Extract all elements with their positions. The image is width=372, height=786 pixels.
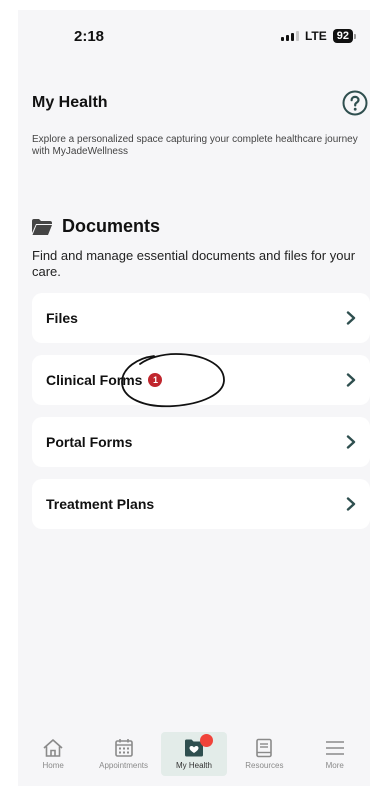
item-label: Clinical Forms: [46, 372, 143, 388]
notification-dot: [199, 734, 213, 747]
chevron-right-icon: [346, 497, 356, 511]
chevron-right-icon: [346, 311, 356, 325]
home-icon: [43, 739, 63, 757]
tab-appointments[interactable]: Appointments: [91, 732, 157, 776]
page-title: My Health: [32, 94, 108, 111]
item-label: Treatment Plans: [46, 496, 155, 512]
tab-label: Resources: [245, 761, 284, 770]
status-indicators: LTE 92: [280, 29, 356, 43]
app-screen: 2:18 LTE 92 My Health Explore a personal…: [18, 10, 370, 786]
signal-icon: [280, 31, 299, 41]
network-label: LTE: [304, 29, 327, 43]
tab-resources[interactable]: Resources: [231, 732, 297, 776]
portal-forms-item[interactable]: Portal Forms: [32, 417, 370, 467]
bottom-tab-bar: Home Appointments My Health Resources Mo…: [18, 732, 370, 786]
notification-badge: 1: [148, 373, 163, 387]
menu-icon: [325, 741, 344, 755]
tab-home[interactable]: Home: [20, 732, 86, 776]
clinical-forms-item[interactable]: Clinical Forms 1: [32, 355, 370, 405]
tab-my-health[interactable]: My Health: [160, 732, 227, 776]
intro-text: Explore a personalized space capturing y…: [32, 134, 358, 157]
tab-label: Home: [42, 761, 64, 770]
battery-level: 92: [332, 29, 353, 43]
chevron-right-icon: [346, 373, 356, 387]
calendar-icon: [114, 739, 133, 757]
item-label: Files: [46, 310, 78, 326]
help-icon[interactable]: [342, 90, 368, 116]
book-icon: [256, 738, 273, 758]
files-item[interactable]: Files: [32, 293, 370, 343]
section-description: Find and manage essential documents and …: [32, 248, 356, 279]
tab-label: Appointments: [99, 761, 149, 770]
section-title: Documents: [62, 216, 161, 236]
treatment-plans-item[interactable]: Treatment Plans: [32, 479, 370, 529]
item-label: Portal Forms: [46, 434, 133, 450]
chevron-right-icon: [346, 435, 356, 449]
tab-label: My Health: [175, 761, 212, 770]
battery-icon: 92: [332, 29, 356, 43]
tab-more[interactable]: More: [302, 732, 368, 776]
folder-icon: [32, 218, 52, 235]
tab-label: More: [325, 761, 344, 770]
status-time: 2:18: [74, 28, 105, 45]
documents-section-header: Documents: [32, 216, 160, 237]
